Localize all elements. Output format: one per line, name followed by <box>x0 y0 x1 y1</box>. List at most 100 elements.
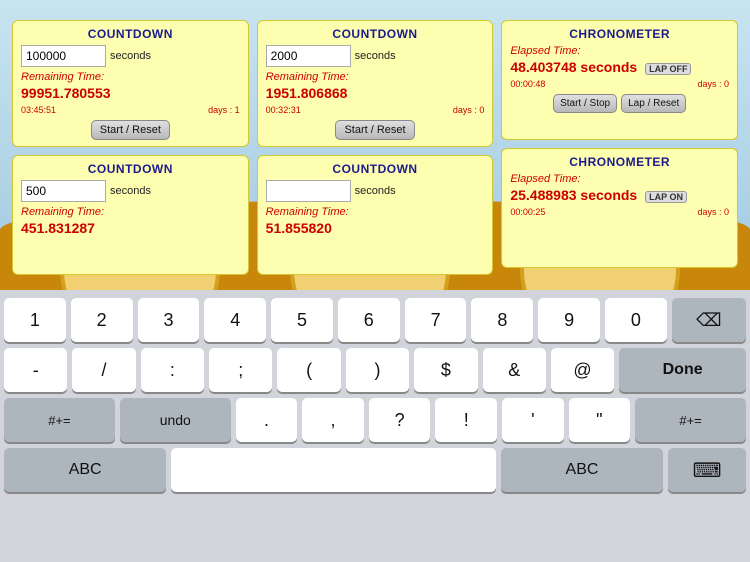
key-abc-right[interactable]: ABC <box>501 448 663 492</box>
chrono-2-elapsed-label: Elapsed Time: <box>510 173 729 185</box>
chrono-1-elapsed-value: 48.403748 seconds LAP OFF <box>510 59 729 75</box>
card-3-unit: seconds <box>110 185 151 197</box>
countdown-card-4: COUNTDOWN seconds Remaining Time: 51.855… <box>257 155 494 275</box>
chrono-1-start-stop[interactable]: Start / Stop <box>553 94 617 113</box>
key-question[interactable]: ? <box>369 398 431 442</box>
key-minus[interactable]: - <box>4 348 67 392</box>
chrono-1-lap-badge: LAP OFF <box>645 63 691 75</box>
card-2-remaining-value: 1951.806868 <box>266 85 485 101</box>
chrono-1-lap-reset[interactable]: Lap / Reset <box>621 94 686 113</box>
key-exclaim[interactable]: ! <box>435 398 497 442</box>
key-5[interactable]: 5 <box>271 298 333 342</box>
card-2-start-reset[interactable]: Start / Reset <box>335 120 414 140</box>
card-3-remaining-label: Remaining Time: <box>21 206 240 218</box>
key-period[interactable]: . <box>236 398 298 442</box>
key-keyboard-icon[interactable]: ⌨ <box>668 448 746 492</box>
card-4-input-row: seconds <box>266 180 485 202</box>
chrono-2-elapsed-value: 25.488983 seconds LAP ON <box>510 187 729 203</box>
card-3-input[interactable] <box>21 180 106 202</box>
card-4-input[interactable] <box>266 180 351 202</box>
key-open-paren[interactable]: ( <box>277 348 340 392</box>
column-3: CHRONOMETER Elapsed Time: 48.403748 seco… <box>497 20 742 290</box>
key-colon[interactable]: : <box>141 348 204 392</box>
card-1-remaining-value: 99951.780553 <box>21 85 240 101</box>
key-quote[interactable]: " <box>569 398 631 442</box>
cards-area: COUNTDOWN seconds Remaining Time: 99951.… <box>0 10 750 300</box>
card-2-input[interactable] <box>266 45 351 67</box>
key-hashtag-plus-equals-right[interactable]: #+= <box>635 398 746 442</box>
chrono-1-elapsed-label: Elapsed Time: <box>510 45 729 57</box>
card-1-btn-row: Start / Reset <box>21 120 240 140</box>
key-6[interactable]: 6 <box>338 298 400 342</box>
card-2-sub-info: 00:32:31 days : 0 <box>266 105 485 115</box>
card-2-input-row: seconds <box>266 45 485 67</box>
column-1: COUNTDOWN seconds Remaining Time: 99951.… <box>8 20 253 290</box>
card-3-input-row: seconds <box>21 180 240 202</box>
key-done[interactable]: Done <box>619 348 746 392</box>
key-comma[interactable]: , <box>302 398 364 442</box>
card-1-sub-info: 03:45:51 days : 1 <box>21 105 240 115</box>
key-close-paren[interactable]: ) <box>346 348 409 392</box>
card-2-title: COUNTDOWN <box>266 27 485 41</box>
key-slash[interactable]: / <box>72 348 135 392</box>
key-backspace[interactable]: ⌫ <box>672 298 746 342</box>
countdown-card-2: COUNTDOWN seconds Remaining Time: 1951.8… <box>257 20 494 147</box>
card-2-btn-row: Start / Reset <box>266 120 485 140</box>
chrono-1-days: days : 0 <box>697 79 729 89</box>
chrono-card-1: CHRONOMETER Elapsed Time: 48.403748 seco… <box>501 20 738 140</box>
chrono-1-title: CHRONOMETER <box>510 27 729 41</box>
chrono-1-sub-info: 00:00:48 days : 0 <box>510 79 729 89</box>
card-1-input-row: seconds <box>21 45 240 67</box>
card-1-days: days : 1 <box>208 105 240 115</box>
chrono-2-title: CHRONOMETER <box>510 155 729 169</box>
column-2: COUNTDOWN seconds Remaining Time: 1951.8… <box>253 20 498 290</box>
key-2[interactable]: 2 <box>71 298 133 342</box>
key-space[interactable] <box>171 448 496 492</box>
chrono-2-time-display: 00:00:25 <box>510 207 545 217</box>
card-4-unit: seconds <box>355 185 396 197</box>
key-hashtag-plus-equals-left[interactable]: #+= <box>4 398 115 442</box>
key-apostrophe[interactable]: ' <box>502 398 564 442</box>
card-1-input[interactable] <box>21 45 106 67</box>
card-2-time-display: 00:32:31 <box>266 105 301 115</box>
card-1-start-reset[interactable]: Start / Reset <box>91 120 170 140</box>
card-4-title: COUNTDOWN <box>266 162 485 176</box>
key-1[interactable]: 1 <box>4 298 66 342</box>
chrono-1-time-display: 00:00:48 <box>510 79 545 89</box>
keyboard: 1 2 3 4 5 6 7 8 9 0 ⌫ - / : ; ( ) $ & @ … <box>0 290 750 562</box>
card-2-unit: seconds <box>355 50 396 62</box>
chrono-2-days: days : 0 <box>697 207 729 217</box>
kb-row-bottom: ABC ABC ⌨ <box>4 448 746 492</box>
key-0[interactable]: 0 <box>605 298 667 342</box>
key-semicolon[interactable]: ; <box>209 348 272 392</box>
key-9[interactable]: 9 <box>538 298 600 342</box>
key-8[interactable]: 8 <box>471 298 533 342</box>
key-3[interactable]: 3 <box>138 298 200 342</box>
chrono-card-2: CHRONOMETER Elapsed Time: 25.488983 seco… <box>501 148 738 268</box>
card-4-remaining-label: Remaining Time: <box>266 206 485 218</box>
card-1-unit: seconds <box>110 50 151 62</box>
chrono-2-sub-info: 00:00:25 days : 0 <box>510 207 729 217</box>
kb-row-numbers: 1 2 3 4 5 6 7 8 9 0 ⌫ <box>4 298 746 342</box>
card-1-remaining-label: Remaining Time: <box>21 71 240 83</box>
key-ampersand[interactable]: & <box>483 348 546 392</box>
chrono-2-elapsed-num: 25.488983 seconds <box>510 187 637 203</box>
card-3-remaining-value: 451.831287 <box>21 220 240 236</box>
kb-row-more-symbols: #+= undo . , ? ! ' " #+= <box>4 398 746 442</box>
card-1-time-display: 03:45:51 <box>21 105 56 115</box>
card-3-title: COUNTDOWN <box>21 162 240 176</box>
chrono-1-elapsed-num: 48.403748 seconds <box>510 59 637 75</box>
key-4[interactable]: 4 <box>204 298 266 342</box>
key-abc-left[interactable]: ABC <box>4 448 166 492</box>
countdown-card-1: COUNTDOWN seconds Remaining Time: 99951.… <box>12 20 249 147</box>
key-undo[interactable]: undo <box>120 398 231 442</box>
key-at[interactable]: @ <box>551 348 614 392</box>
card-4-remaining-value: 51.855820 <box>266 220 485 236</box>
chrono-1-btn-row: Start / Stop Lap / Reset <box>510 94 729 113</box>
kb-row-symbols: - / : ; ( ) $ & @ Done <box>4 348 746 392</box>
key-dollar[interactable]: $ <box>414 348 477 392</box>
card-2-remaining-label: Remaining Time: <box>266 71 485 83</box>
card-2-days: days : 0 <box>453 105 485 115</box>
key-7[interactable]: 7 <box>405 298 467 342</box>
chrono-2-lap-badge: LAP ON <box>645 191 687 203</box>
